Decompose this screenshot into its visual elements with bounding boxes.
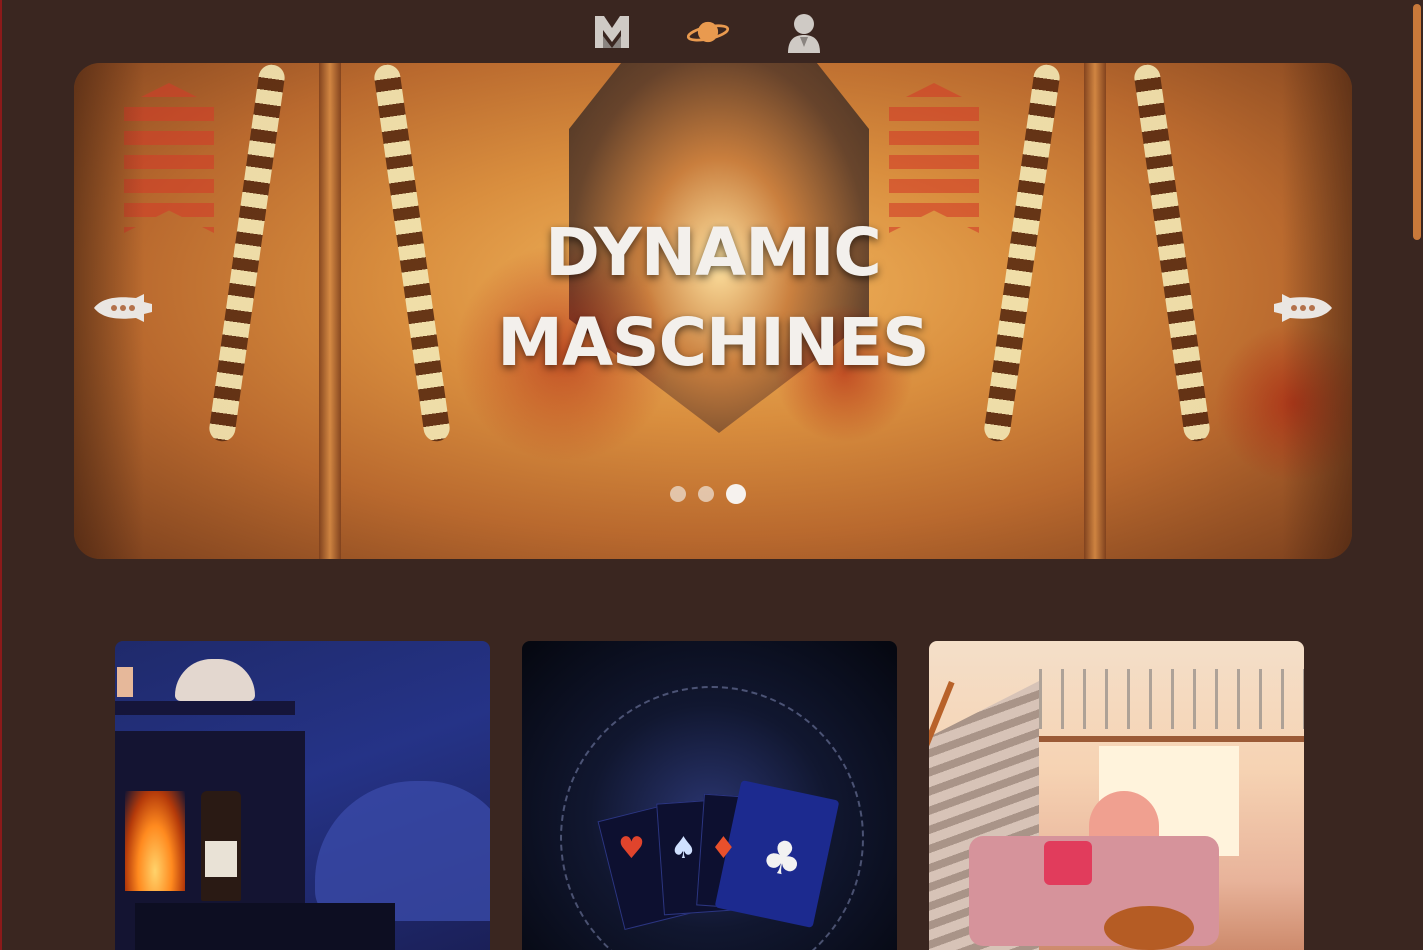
card-art	[1039, 669, 1304, 729]
card-art	[1044, 841, 1092, 885]
project-card-loft[interactable]	[929, 641, 1304, 950]
diamond-icon: ♦	[710, 831, 737, 866]
card-art	[125, 791, 185, 891]
project-card-fireplace[interactable]	[115, 641, 490, 950]
scrollbar[interactable]	[1413, 4, 1421, 240]
carousel-indicators	[670, 484, 746, 504]
heart-icon: ♥	[618, 831, 645, 866]
m-logo-icon[interactable]	[590, 10, 634, 54]
rocket-right-icon	[1274, 294, 1332, 322]
hero-title-line1: DYNAMIC	[545, 214, 882, 291]
project-card-cards[interactable]: ♥ ♠ ♦ ♣	[522, 641, 897, 950]
card-art	[175, 659, 255, 701]
card-art	[315, 781, 490, 921]
top-navigation	[2, 0, 1423, 60]
card-art	[115, 701, 295, 715]
carousel-prev-button[interactable]	[91, 291, 155, 325]
card-art	[1104, 906, 1194, 950]
user-icon[interactable]	[782, 10, 826, 54]
spade-icon: ♠	[670, 831, 697, 866]
page: DYNAMIC MASCHINES ♥ ♠ ♦ ♣	[0, 0, 1423, 950]
hero-title-line2: MASCHINES	[497, 304, 929, 381]
hero-title: DYNAMIC MASCHINES	[74, 208, 1352, 388]
rocket-left-icon	[94, 294, 152, 322]
card-art	[205, 841, 237, 877]
hero-carousel: DYNAMIC MASCHINES	[74, 63, 1352, 559]
carousel-dot-3[interactable]	[726, 484, 746, 504]
carousel-next-button[interactable]	[1271, 291, 1335, 325]
card-art	[135, 903, 395, 950]
card-art	[117, 667, 133, 697]
carousel-dot-1[interactable]	[670, 486, 686, 502]
planet-icon[interactable]	[686, 10, 730, 54]
carousel-dot-2[interactable]	[698, 486, 714, 502]
